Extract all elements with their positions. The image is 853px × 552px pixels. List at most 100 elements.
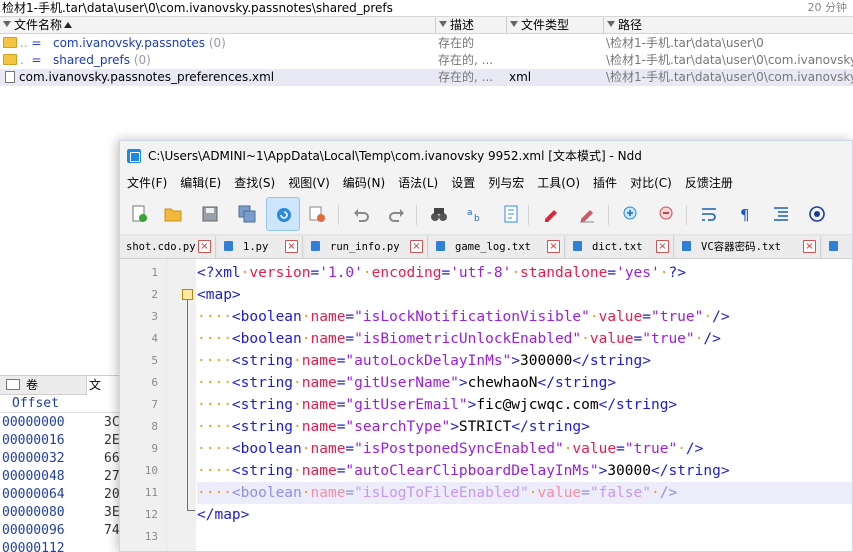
clear-marker-button[interactable]	[570, 197, 604, 231]
code-line[interactable]: ····<boolean·name="isLogToFileEnabled"·v…	[197, 482, 852, 504]
file-tab[interactable]: shot.cdo.py ×	[120, 236, 216, 258]
column-name[interactable]: 文件名称	[0, 17, 436, 34]
bookmark-button[interactable]	[494, 197, 528, 231]
undo-button[interactable]	[344, 197, 378, 231]
filter-icon[interactable]	[607, 21, 615, 27]
code-token: chewhaoN	[467, 375, 538, 391]
close-tab-icon[interactable]: ×	[803, 240, 816, 253]
code-line[interactable]: </map>	[197, 504, 852, 526]
code-line[interactable]: ····<boolean·name="isBiometricUnlockEnab…	[197, 328, 852, 350]
indent-guide-button[interactable]	[764, 197, 798, 231]
code-line[interactable]: ····<string·name="autoClearClipboardDela…	[197, 460, 852, 482]
filter-icon[interactable]	[510, 21, 518, 27]
code-token: <string	[231, 375, 294, 391]
zoom-out-button[interactable]	[650, 197, 684, 231]
column-desc[interactable]: 描述	[436, 17, 507, 34]
menu-item[interactable]: 插件	[586, 171, 623, 195]
hex-offset: 00000080	[2, 505, 65, 520]
hex-row[interactable]: 00000032 66	[0, 450, 120, 468]
menu-item[interactable]: 编码(N)	[336, 171, 391, 195]
file-tab[interactable]: game_log.txt ×	[430, 236, 565, 258]
code-line[interactable]: ····<boolean·name="isPostponedSyncEnable…	[197, 438, 852, 460]
pilcrow-button[interactable]: ¶	[728, 197, 762, 231]
file-tab[interactable]: 1.py ×	[218, 236, 303, 258]
tab-volume[interactable]: 卷	[0, 376, 84, 395]
table-row[interactable]: . = shared_prefs (0) 存在的, ... \检材1-手机.ta…	[0, 52, 853, 69]
menu-item[interactable]: 查找(S)	[227, 171, 281, 195]
row-path: \检材1-手机.tar\data\user\0	[606, 36, 764, 50]
close-tab-icon[interactable]: ×	[410, 240, 423, 253]
file-tab-icon	[573, 241, 582, 251]
red-marker-icon	[545, 210, 557, 222]
filter-icon[interactable]	[439, 21, 447, 27]
fold-marker[interactable]	[182, 289, 193, 300]
zoom-in-button[interactable]	[614, 197, 648, 231]
hex-row[interactable]: 00000096 74	[0, 522, 120, 540]
menu-item[interactable]: 语法(L)	[391, 171, 444, 195]
file-tab-more[interactable]	[823, 236, 852, 258]
binoculars-button[interactable]	[422, 197, 456, 231]
code-editor[interactable]: 1 <?xml·version='1.0'·encoding='utf-8'·st…	[120, 259, 852, 551]
menu-item[interactable]: 工具(O)	[530, 171, 586, 195]
line-number: 9	[151, 442, 158, 455]
menu-item[interactable]: 编辑(E)	[173, 171, 227, 195]
hex-row[interactable]: 00000080 3E	[0, 504, 120, 522]
hex-row[interactable]: 00000064 20	[0, 486, 120, 504]
save-button[interactable]	[193, 197, 227, 231]
column-type[interactable]: 文件类型	[507, 17, 604, 34]
table-row[interactable]: .. = com.ivanovsky.passnotes (0) 存在的 \检材…	[0, 35, 853, 52]
file-tab[interactable]: dict.txt ×	[567, 236, 674, 258]
file-tab[interactable]: run_info.py ×	[305, 236, 428, 258]
code-token: ·	[293, 419, 302, 435]
open-folder-icon	[164, 208, 182, 222]
save-all-button[interactable]	[230, 197, 264, 231]
reload-button[interactable]	[266, 197, 300, 231]
code-line[interactable]: ····<string·name="searchType">STRICT</st…	[197, 416, 852, 438]
code-line[interactable]: ····<string·name="autoLockDelayInMs">300…	[197, 350, 852, 372]
code-line[interactable]: ····<string·name="gitUserEmail">fic@wjcw…	[197, 394, 852, 416]
line-number: 12	[144, 508, 158, 521]
code-token: 'yes'	[616, 265, 660, 281]
code-line[interactable]	[197, 526, 852, 548]
close-tab-icon[interactable]: ×	[285, 240, 298, 253]
menu-item[interactable]: 反馈注册	[678, 171, 739, 195]
open-folder-button[interactable]	[156, 197, 190, 231]
target-button[interactable]	[800, 197, 834, 231]
editor-window: C:\Users\ADMINI~1\AppData\Local\Temp\com…	[119, 140, 853, 552]
replace-button[interactable]: ab	[458, 197, 492, 231]
word-wrap-button[interactable]	[692, 197, 726, 231]
hex-row[interactable]: 00000048 27	[0, 468, 120, 486]
new-file-button[interactable]	[122, 197, 156, 231]
code-line[interactable]: ····<string·name="gitUserName">chewhaoN<…	[197, 372, 852, 394]
close-file-button[interactable]	[300, 197, 334, 231]
title-bar[interactable]: C:\Users\ADMINI~1\AppData\Local\Temp\com…	[120, 141, 852, 171]
code-line[interactable]: ····<boolean·name="isLockNotificationVis…	[197, 306, 852, 328]
hex-value: 27	[104, 469, 120, 484]
code-line[interactable]: <?xml·version='1.0'·encoding='utf-8'·sta…	[197, 262, 852, 284]
menu-item[interactable]: 视图(V)	[281, 171, 336, 195]
hex-row[interactable]: 00000112	[0, 540, 120, 552]
code-token: name	[301, 463, 337, 479]
close-tab-icon[interactable]: ×	[656, 240, 669, 253]
tab-file[interactable]: 文	[86, 376, 120, 395]
hex-offset: 00000112	[2, 541, 65, 552]
file-tab[interactable]: VC容器密码.txt ×	[676, 236, 821, 258]
menu-item[interactable]: 对比(C)	[623, 171, 678, 195]
menu-item[interactable]: 设置	[444, 171, 481, 195]
code-token: ····	[197, 353, 232, 369]
red-marker-button[interactable]	[534, 197, 568, 231]
close-tab-icon[interactable]: ×	[547, 240, 560, 253]
column-path[interactable]: 路径	[604, 17, 853, 34]
close-tab-icon[interactable]: ×	[198, 240, 211, 253]
code-line[interactable]: <map>	[197, 284, 852, 306]
filter-icon[interactable]	[3, 21, 11, 27]
menu-item[interactable]: 列与宏	[481, 171, 530, 195]
hex-row[interactable]: 00000000 3C	[0, 414, 120, 432]
row-name: com.ivanovsky.passnotes_preferences.xml	[19, 70, 275, 84]
table-row-selected[interactable]: com.ivanovsky.passnotes_preferences.xml …	[0, 69, 853, 86]
redo-button[interactable]	[380, 197, 414, 231]
code-token: value	[572, 441, 617, 457]
menu-item[interactable]: 文件(F)	[120, 171, 173, 195]
hex-row[interactable]: 00000016 2E	[0, 432, 120, 450]
code-token: </string>	[537, 375, 617, 391]
